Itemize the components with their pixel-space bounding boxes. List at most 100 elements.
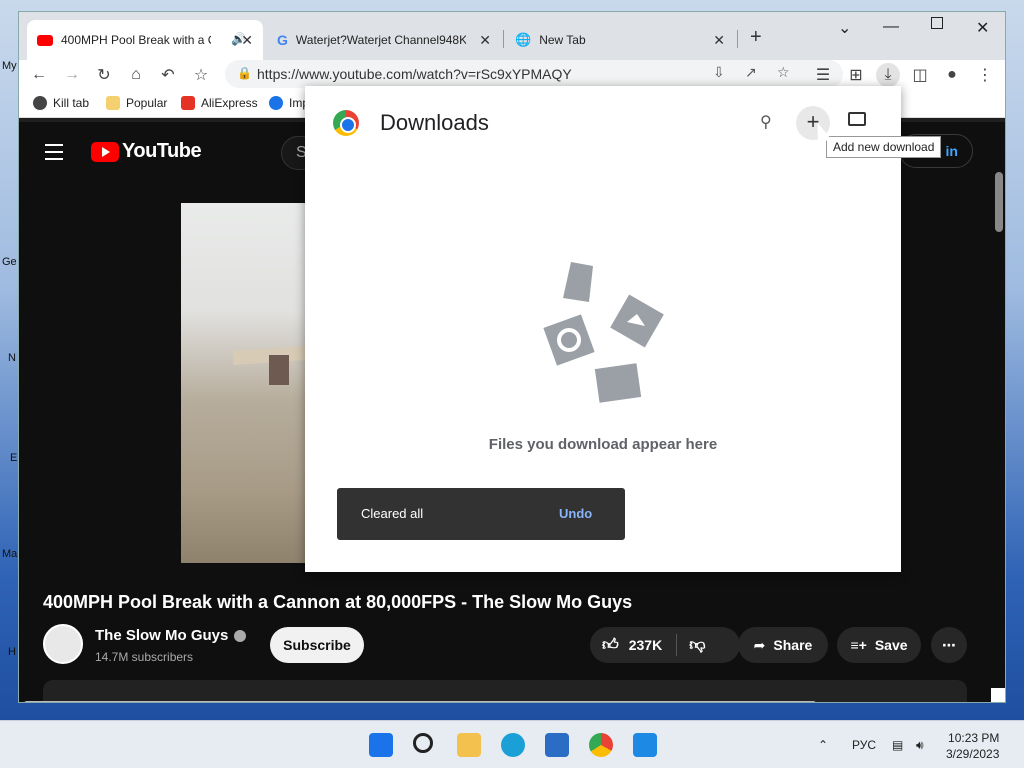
video-player[interactable] bbox=[181, 203, 322, 563]
forward-icon[interactable]: → bbox=[60, 63, 84, 87]
search-app-icon[interactable] bbox=[633, 733, 657, 757]
url-text[interactable]: https://www.youtube.com/watch?v=rSc9xYPM… bbox=[257, 66, 572, 82]
subscriber-count: 14.7M subscribers bbox=[95, 650, 194, 664]
refresh-icon bbox=[543, 314, 595, 366]
vertical-scrollbar[interactable] bbox=[995, 172, 1003, 232]
side-panel-icon[interactable]: ◫ bbox=[908, 63, 932, 87]
desktop-icon-label[interactable]: N bbox=[8, 352, 16, 364]
add-download-tooltip: Add new download bbox=[826, 136, 942, 158]
channel-avatar[interactable] bbox=[43, 624, 83, 664]
description-box[interactable] bbox=[43, 680, 967, 702]
toast-message: Cleared all bbox=[361, 506, 424, 521]
reading-list-icon[interactable]: ☰ bbox=[811, 63, 835, 87]
address-bar[interactable]: 🔒 https://www.youtube.com/watch?v=rSc9xY… bbox=[225, 60, 843, 88]
cleared-toast: Cleared all Undo bbox=[337, 488, 625, 540]
tab-waterjet[interactable]: G Waterjet?Waterjet Channel948K ✕ bbox=[267, 20, 501, 60]
clock[interactable]: 10:23 PM 3/29/2023 bbox=[946, 730, 999, 762]
menu-kebab-icon[interactable]: ⋮ bbox=[973, 63, 997, 87]
like-dislike-group: 👍︎ 237K 👎︎ bbox=[590, 627, 740, 663]
downloads-icon[interactable]: ⤓ bbox=[876, 63, 900, 87]
tab-search-chevron-icon[interactable]: ⌄ bbox=[838, 18, 851, 38]
desktop-icon-label[interactable]: E bbox=[10, 452, 17, 464]
tray-overflow-icon[interactable]: ⌃ bbox=[818, 738, 828, 752]
empty-state-message: Files you download appear here bbox=[488, 436, 718, 453]
share-icon[interactable]: ↗ bbox=[745, 64, 757, 81]
search-icon[interactable] bbox=[413, 733, 433, 753]
chrome-taskbar-icon[interactable] bbox=[589, 733, 613, 757]
like-count[interactable]: 237K bbox=[629, 637, 662, 653]
edge-icon[interactable] bbox=[501, 733, 525, 757]
clock-time: 10:23 PM bbox=[948, 731, 1000, 745]
empty-downloads-illustration bbox=[543, 262, 664, 403]
profile-icon[interactable]: ● bbox=[940, 63, 964, 87]
google-icon: G bbox=[277, 32, 288, 48]
youtube-play-icon bbox=[91, 141, 119, 162]
chrome-logo-icon bbox=[333, 110, 359, 136]
channel-name-link[interactable]: The Slow Mo Guys bbox=[95, 627, 247, 644]
thumbs-up-icon[interactable]: 👍︎ bbox=[602, 636, 619, 655]
hamburger-menu-icon[interactable] bbox=[45, 144, 63, 165]
subscribe-button[interactable]: Subscribe bbox=[270, 627, 364, 663]
folder-icon bbox=[106, 96, 120, 110]
close-window-icon[interactable]: ✕ bbox=[976, 18, 989, 38]
network-icon[interactable]: ▤ bbox=[892, 738, 903, 752]
crop-icon[interactable]: ⊞ bbox=[844, 63, 868, 87]
windows-start-icon[interactable] bbox=[369, 733, 393, 757]
new-tab-icon[interactable]: + bbox=[750, 26, 762, 49]
bookmark-imp[interactable]: Imp bbox=[269, 96, 309, 110]
save-button[interactable]: ≡+ Save bbox=[837, 627, 921, 663]
install-app-icon[interactable]: ⇩ bbox=[713, 64, 725, 81]
bookmark-popular[interactable]: Popular bbox=[106, 96, 167, 110]
youtube-logo[interactable]: YouTube bbox=[91, 140, 202, 163]
horizontal-scrollbar[interactable] bbox=[23, 701, 817, 702]
share-button[interactable]: ➦ Share bbox=[738, 627, 828, 663]
gear-icon bbox=[269, 96, 283, 110]
undo-button[interactable]: Undo bbox=[559, 506, 592, 521]
maximize-icon[interactable] bbox=[931, 17, 943, 29]
taskbar: ⌃ РУС ▤ 🔊︎ 10:23 PM 3/29/2023 bbox=[0, 720, 1024, 768]
reload-icon[interactable]: ↻ bbox=[92, 63, 116, 87]
document-icon bbox=[563, 262, 593, 302]
video-frame-figure bbox=[269, 355, 289, 385]
more-actions-icon[interactable]: ⋯ bbox=[931, 627, 967, 663]
tab-new-tab[interactable]: 🌐 New Tab ✕ bbox=[505, 20, 735, 60]
folder-icon[interactable] bbox=[848, 112, 866, 126]
star-icon[interactable]: ☆ bbox=[189, 63, 213, 87]
lock-icon[interactable]: 🔒 bbox=[237, 66, 252, 80]
share-arrow-icon: ➦ bbox=[753, 636, 766, 653]
tab-separator bbox=[503, 30, 504, 48]
store-icon[interactable] bbox=[545, 733, 569, 757]
aliexpress-icon bbox=[181, 96, 195, 110]
tab-youtube[interactable]: 400MPH Pool Break with a C 🔊 ✕ bbox=[27, 20, 263, 60]
search-icon[interactable]: ⚲ bbox=[760, 112, 772, 132]
downloads-title: Downloads bbox=[380, 110, 489, 135]
youtube-icon bbox=[37, 34, 53, 46]
tab-title: New Tab bbox=[539, 33, 586, 47]
close-tab-icon[interactable]: ✕ bbox=[479, 32, 491, 49]
volume-icon[interactable]: 🔊︎ bbox=[916, 738, 924, 753]
bookmark-aliexpress[interactable]: AliExpress bbox=[181, 96, 258, 110]
close-tab-icon[interactable]: ✕ bbox=[241, 32, 253, 49]
save-label: Save bbox=[874, 637, 908, 653]
desktop-icon-label[interactable]: H bbox=[8, 646, 16, 658]
channel-name: The Slow Mo Guys bbox=[95, 627, 229, 644]
home-icon[interactable]: ⌂ bbox=[124, 63, 148, 87]
like-divider bbox=[676, 634, 678, 656]
thumbs-down-icon[interactable]: 👎︎ bbox=[689, 636, 705, 655]
desktop-icon-label[interactable]: My bbox=[2, 60, 17, 72]
desktop-icon-label[interactable]: Ge bbox=[2, 256, 17, 268]
undo-icon[interactable]: ↶ bbox=[156, 63, 180, 87]
save-playlist-icon: ≡+ bbox=[850, 637, 867, 653]
back-icon[interactable]: ← bbox=[27, 63, 51, 87]
language-indicator[interactable]: РУС bbox=[852, 738, 876, 752]
close-tab-icon[interactable]: ✕ bbox=[713, 32, 725, 49]
tab-separator bbox=[737, 30, 738, 48]
bookmark-kill-tab[interactable]: Kill tab bbox=[33, 96, 89, 110]
desktop-icon-label[interactable]: Ma bbox=[2, 548, 17, 560]
file-explorer-icon[interactable] bbox=[457, 733, 481, 757]
verified-icon bbox=[234, 630, 247, 643]
bookmark-star-icon[interactable]: ☆ bbox=[777, 64, 790, 81]
video-icon bbox=[594, 363, 642, 403]
minimize-icon[interactable]: — bbox=[883, 18, 899, 36]
clock-date: 3/29/2023 bbox=[946, 747, 1000, 761]
